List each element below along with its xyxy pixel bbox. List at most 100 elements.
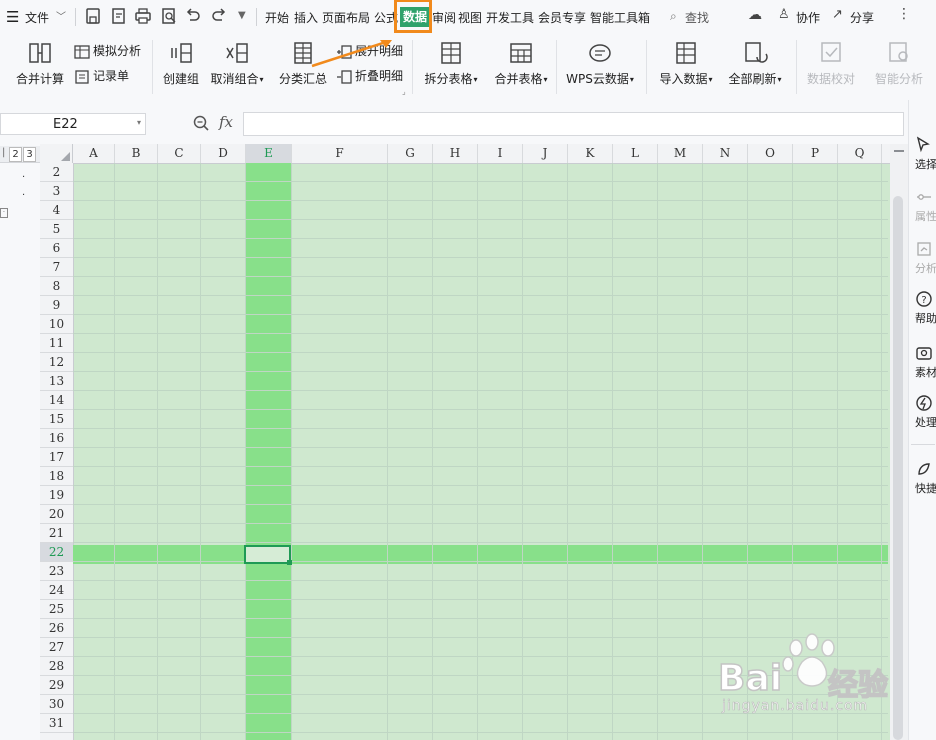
name-box[interactable]: E22 ▾ bbox=[0, 113, 146, 135]
tab-view[interactable]: 视图 bbox=[458, 9, 482, 26]
row-header-19[interactable]: 19 bbox=[40, 486, 73, 505]
row-header-10[interactable]: 10 bbox=[40, 315, 73, 334]
column-header-h[interactable]: H bbox=[433, 144, 478, 163]
outline-collapse-icon[interactable]: · bbox=[0, 208, 8, 218]
column-header-l[interactable]: L bbox=[613, 144, 658, 163]
row-header-24[interactable]: 24 bbox=[40, 581, 73, 600]
row-header-3[interactable]: 3 bbox=[40, 182, 73, 201]
column-header-c[interactable]: C bbox=[158, 144, 201, 163]
split-table-button[interactable]: 拆分表格▾ bbox=[422, 40, 480, 87]
share-icon[interactable]: ↗ bbox=[832, 7, 843, 22]
column-header-k[interactable]: K bbox=[568, 144, 613, 163]
column-header-g[interactable]: G bbox=[388, 144, 433, 163]
print-icon[interactable] bbox=[134, 7, 152, 25]
simulate-analysis-button[interactable]: 模拟分析 bbox=[74, 42, 141, 60]
row-header-2[interactable]: 2 bbox=[40, 163, 73, 182]
tab-review[interactable]: 审阅 bbox=[432, 9, 456, 26]
scroll-top-icon[interactable] bbox=[894, 150, 904, 152]
import-data-button[interactable]: 导入数据▾ bbox=[656, 40, 716, 87]
row-header-6[interactable]: 6 bbox=[40, 239, 73, 258]
row-header-9[interactable]: 9 bbox=[40, 296, 73, 315]
more-options-icon[interactable]: ⋮ bbox=[897, 6, 911, 22]
undo-icon[interactable] bbox=[184, 7, 202, 25]
column-header-i[interactable]: I bbox=[478, 144, 523, 163]
row-header-4[interactable]: 4 bbox=[40, 201, 73, 220]
row-header-18[interactable]: 18 bbox=[40, 467, 73, 486]
export-pdf-icon[interactable] bbox=[110, 7, 128, 25]
chevron-down-icon[interactable]: ﹀ bbox=[56, 8, 66, 23]
tab-home[interactable]: 开始 bbox=[265, 9, 289, 26]
share-button[interactable]: 分享 bbox=[850, 9, 874, 26]
hamburger-icon[interactable]: ☰ bbox=[6, 8, 19, 26]
merge-calc-button[interactable]: 合并计算 bbox=[14, 40, 66, 87]
record-form-button[interactable]: 记录单 bbox=[74, 67, 129, 85]
print-preview-icon[interactable] bbox=[160, 7, 178, 25]
row-header-5[interactable]: 5 bbox=[40, 220, 73, 239]
row-header-27[interactable]: 27 bbox=[40, 638, 73, 657]
side-material-button[interactable]: 素材 bbox=[915, 344, 936, 380]
row-header-14[interactable]: 14 bbox=[40, 391, 73, 410]
row-header-21[interactable]: 21 bbox=[40, 524, 73, 543]
formula-input[interactable] bbox=[243, 112, 904, 136]
side-help-button[interactable]: ? 帮助 bbox=[915, 290, 936, 326]
fill-handle[interactable] bbox=[287, 560, 292, 565]
ungroup-button[interactable]: 取消组合▾ bbox=[208, 40, 266, 87]
search-icon[interactable]: ⌕ bbox=[670, 9, 677, 24]
side-quick-button[interactable]: 快捷 bbox=[915, 460, 936, 496]
user-icon[interactable]: ♙ bbox=[778, 7, 790, 22]
column-header-d[interactable]: D bbox=[201, 144, 246, 163]
row-header-15[interactable]: 15 bbox=[40, 410, 73, 429]
collab-button[interactable]: 协作 bbox=[796, 9, 820, 26]
row-header-13[interactable]: 13 bbox=[40, 372, 73, 391]
row-header-28[interactable]: 28 bbox=[40, 657, 73, 676]
row-header-31[interactable]: 31 bbox=[40, 714, 73, 733]
row-header-11[interactable]: 11 bbox=[40, 334, 73, 353]
tab-smart-toolbox[interactable]: 智能工具箱 bbox=[590, 9, 650, 26]
column-header-m[interactable]: M bbox=[658, 144, 703, 163]
wps-cloud-data-button[interactable]: WPS云数据▾ bbox=[562, 40, 638, 87]
outline-level-3[interactable]: 3 bbox=[23, 147, 36, 162]
row-header-7[interactable]: 7 bbox=[40, 258, 73, 277]
file-menu[interactable]: 文件 bbox=[25, 9, 49, 26]
row-header-12[interactable]: 12 bbox=[40, 353, 73, 372]
data-check-button[interactable]: 数据校对 bbox=[804, 40, 858, 87]
search-button[interactable]: 查找 bbox=[685, 9, 709, 26]
refresh-all-button[interactable]: 全部刷新▾ bbox=[724, 40, 786, 87]
smart-analysis-button[interactable]: 智能分析 bbox=[872, 40, 926, 87]
dialog-launcher-icon[interactable]: ⌟ bbox=[402, 87, 406, 96]
column-header-f[interactable]: F bbox=[292, 144, 388, 163]
save-icon[interactable] bbox=[84, 7, 102, 25]
column-header-n[interactable]: N bbox=[703, 144, 748, 163]
row-header-30[interactable]: 30 bbox=[40, 695, 73, 714]
side-attr-button[interactable]: 属性 bbox=[915, 188, 936, 224]
create-group-button[interactable]: 创建组 bbox=[160, 40, 202, 87]
row-header-8[interactable]: 8 bbox=[40, 277, 73, 296]
row-header-16[interactable]: 16 bbox=[40, 429, 73, 448]
row-header-29[interactable]: 29 bbox=[40, 676, 73, 695]
zoom-icon[interactable] bbox=[192, 114, 210, 132]
outline-level-2[interactable]: 2 bbox=[9, 147, 22, 162]
fx-icon[interactable]: fx bbox=[219, 113, 233, 131]
quick-access-more-icon[interactable]: ▼ bbox=[238, 10, 246, 21]
tab-member[interactable]: 会员专享 bbox=[538, 9, 586, 26]
row-header-25[interactable]: 25 bbox=[40, 600, 73, 619]
active-cell[interactable] bbox=[244, 545, 291, 564]
tab-insert[interactable]: 插入 bbox=[294, 9, 318, 26]
column-header-a[interactable]: A bbox=[73, 144, 115, 163]
column-header-b[interactable]: B bbox=[115, 144, 158, 163]
row-header-23[interactable]: 23 bbox=[40, 562, 73, 581]
chevron-down-icon[interactable]: ▾ bbox=[137, 118, 141, 127]
tab-developer[interactable]: 开发工具 bbox=[486, 9, 534, 26]
row-header-20[interactable]: 20 bbox=[40, 505, 73, 524]
column-header-q[interactable]: Q bbox=[838, 144, 882, 163]
side-analysis-button[interactable]: 分析 bbox=[915, 240, 936, 276]
tab-page-layout[interactable]: 页面布局 bbox=[322, 9, 370, 26]
merge-table-button[interactable]: 合并表格▾ bbox=[492, 40, 550, 87]
cloud-sync-icon[interactable]: ☁ bbox=[748, 7, 762, 23]
select-all-corner[interactable] bbox=[40, 144, 73, 163]
redo-icon[interactable] bbox=[210, 7, 228, 25]
side-process-button[interactable]: 处理 bbox=[915, 394, 936, 430]
column-header-j[interactable]: J bbox=[523, 144, 568, 163]
column-header-p[interactable]: P bbox=[793, 144, 838, 163]
row-header-17[interactable]: 17 bbox=[40, 448, 73, 467]
